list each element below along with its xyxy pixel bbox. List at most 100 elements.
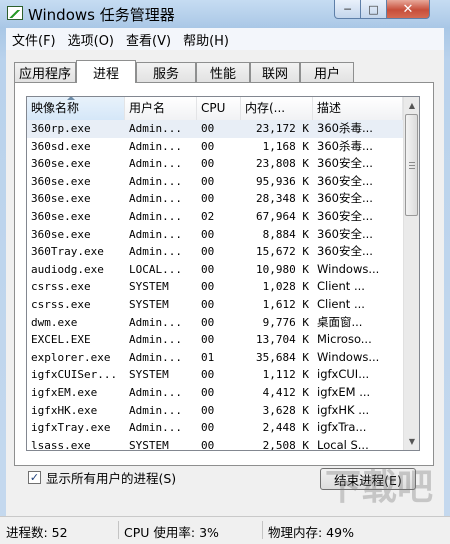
cell-cpu: 00 [201,157,215,171]
cell-desc: 360安全... [317,156,373,171]
cell-user: Admin... [129,421,182,435]
table-row[interactable]: 360se.exe Admin... 00 8,884 K 360安全... [27,226,403,244]
process-list[interactable]: 映像名称 用户名 CPU 内存(... 描述 360rp.exe Admin...… [26,96,420,451]
cell-name: lsass.exe [31,438,91,451]
cell-cpu: 00 [201,192,215,206]
title-bar[interactable]: Windows 任务管理器 ─ □ ✕ [0,0,450,28]
menu-view[interactable]: 查看(V) [120,30,177,49]
table-row[interactable]: 360se.exe Admin... 00 23,808 K 360安全... [27,155,403,173]
table-row[interactable]: audiodg.exe LOCAL... 00 10,980 K Windows... [27,261,403,279]
cell-user: Admin... [129,333,182,347]
scroll-up-arrow-icon[interactable]: ▲ [404,97,419,114]
cell-mem: 1,028 K [262,280,309,294]
table-row[interactable]: explorer.exe Admin... 01 35,684 K Windows... [27,349,403,367]
tab-networking[interactable]: 联网 [250,62,300,82]
sort-ascending-icon [67,97,75,100]
cell-name: 360Tray.exe [31,245,104,259]
cell-desc: Windows... [317,349,380,364]
table-row[interactable]: igfxHK.exe Admin... 00 3,628 K igfxHK ... [27,402,403,420]
table-row[interactable]: csrss.exe SYSTEM 00 1,612 K Client ... [27,296,403,314]
cell-name: 360se.exe [31,210,91,223]
cell-cpu: 00 [201,262,215,276]
cell-mem: 67,964 K [256,210,309,223]
menu-help[interactable]: 帮助(H) [177,30,235,49]
cell-desc: igfxHK ... [317,402,370,417]
show-all-users-checkbox[interactable]: ✓ [28,470,41,484]
column-description[interactable]: 描述 [313,97,403,120]
table-row[interactable]: igfxEM.exe Admin... 00 4,412 K igfxEM ... [27,384,403,402]
table-row[interactable]: lsass.exe SYSTEM 00 2,508 K Local S... [27,437,403,451]
table-row[interactable]: igfxTray.exe Admin... 00 2,448 K igfxTra... [27,419,403,437]
column-memory[interactable]: 内存(... [241,97,313,120]
table-row[interactable]: igfxCUISer... SYSTEM 00 1,112 K igfxCUI... [27,366,403,384]
cell-mem: 15,672 K [256,245,309,259]
status-process-count: 进程数: 52 [6,525,68,540]
show-all-users-option[interactable]: ✓ 显示所有用户的进程(S) [28,468,176,486]
table-row[interactable]: dwm.exe Admin... 00 9,776 K 桌面窗... [27,314,403,332]
cell-cpu: 00 [201,298,215,311]
cell-user: Admin... [129,350,182,364]
cell-mem: 1,168 K [262,139,309,153]
table-row[interactable]: 360se.exe Admin... 02 67,964 K 360安全... [27,208,403,226]
table-row[interactable]: 360sd.exe Admin... 00 1,168 K 360杀毒... [27,138,403,156]
table-row[interactable]: csrss.exe SYSTEM 00 1,028 K Client ... [27,278,403,296]
task-manager-icon [7,6,23,20]
cell-cpu: 00 [201,122,215,135]
menu-file[interactable]: 文件(F) [6,30,62,49]
cell-user: Admin... [129,192,182,206]
vertical-scrollbar[interactable]: ▲ ▼ [403,97,419,450]
cell-cpu: 02 [201,210,215,223]
checkmark-icon: ✓ [29,470,40,484]
cell-mem: 2,508 K [262,438,309,451]
cell-mem: 10,980 K [256,262,309,276]
cell-desc: 360安全... [317,226,373,241]
table-row[interactable]: EXCEL.EXE Admin... 00 13,704 K Microso... [27,331,403,349]
cell-desc: Microso... [317,332,372,347]
scroll-down-arrow-icon[interactable]: ▼ [404,433,419,450]
table-row[interactable]: 360Tray.exe Admin... 00 15,672 K 360安全... [27,243,403,261]
column-image-name[interactable]: 映像名称 [27,97,125,120]
cell-desc: 360杀毒... [317,138,373,153]
cell-user: Admin... [129,227,182,241]
cell-cpu: 00 [201,174,215,188]
cell-desc: 360安全... [317,244,373,259]
minimize-icon: ─ [344,2,351,16]
close-button[interactable]: ✕ [386,0,430,19]
tab-services[interactable]: 服务 [136,62,196,82]
cell-mem: 2,448 K [262,421,309,435]
cell-desc: Windows... [317,261,380,276]
cell-name: igfxHK.exe [31,403,98,417]
cell-mem: 1,612 K [262,298,309,311]
column-cpu[interactable]: CPU [197,97,241,120]
cell-desc: 桌面窗... [317,314,363,329]
table-row[interactable]: 360se.exe Admin... 00 95,936 K 360安全... [27,173,403,191]
grip-icon [409,162,415,169]
cell-desc: Client ... [317,297,365,311]
show-all-users-label: 显示所有用户的进程(S) [46,470,177,486]
tab-performance[interactable]: 性能 [196,62,250,82]
menu-options[interactable]: 选项(O) [62,30,120,49]
tab-users[interactable]: 用户 [300,62,354,82]
column-user-name[interactable]: 用户名 [125,97,197,120]
tab-processes[interactable]: 进程 [76,60,136,83]
maximize-button[interactable]: □ [360,0,387,19]
table-row[interactable]: 360se.exe Admin... 00 28,348 K 360安全... [27,190,403,208]
cell-desc: igfxCUI... [317,367,370,382]
cell-mem: 13,704 K [256,333,309,347]
task-manager-window: Windows 任务管理器 ─ □ ✕ 文件(F) 选项(O) 查看(V) 帮助… [0,0,450,544]
cell-name: csrss.exe [31,298,91,311]
cell-name: igfxEM.exe [31,386,98,399]
status-bar: 进程数: 52 CPU 使用率: 3% 物理内存: 49% [0,516,450,544]
cell-desc: 360杀毒... [317,121,373,135]
cell-user: SYSTEM [129,298,169,311]
scrollbar-thumb[interactable] [405,114,418,216]
menu-bar: 文件(F) 选项(O) 查看(V) 帮助(H) [6,28,444,50]
minimize-button[interactable]: ─ [334,0,361,19]
cell-mem: 4,412 K [262,386,309,399]
cell-user: Admin... [129,386,182,399]
cell-mem: 95,936 K [256,174,309,188]
table-row[interactable]: 360rp.exe Admin... 00 23,172 K 360杀毒... [27,120,403,138]
cell-cpu: 00 [201,227,215,241]
tab-applications[interactable]: 应用程序 [14,62,76,82]
watermark-logo: 下载吧 [325,467,434,508]
